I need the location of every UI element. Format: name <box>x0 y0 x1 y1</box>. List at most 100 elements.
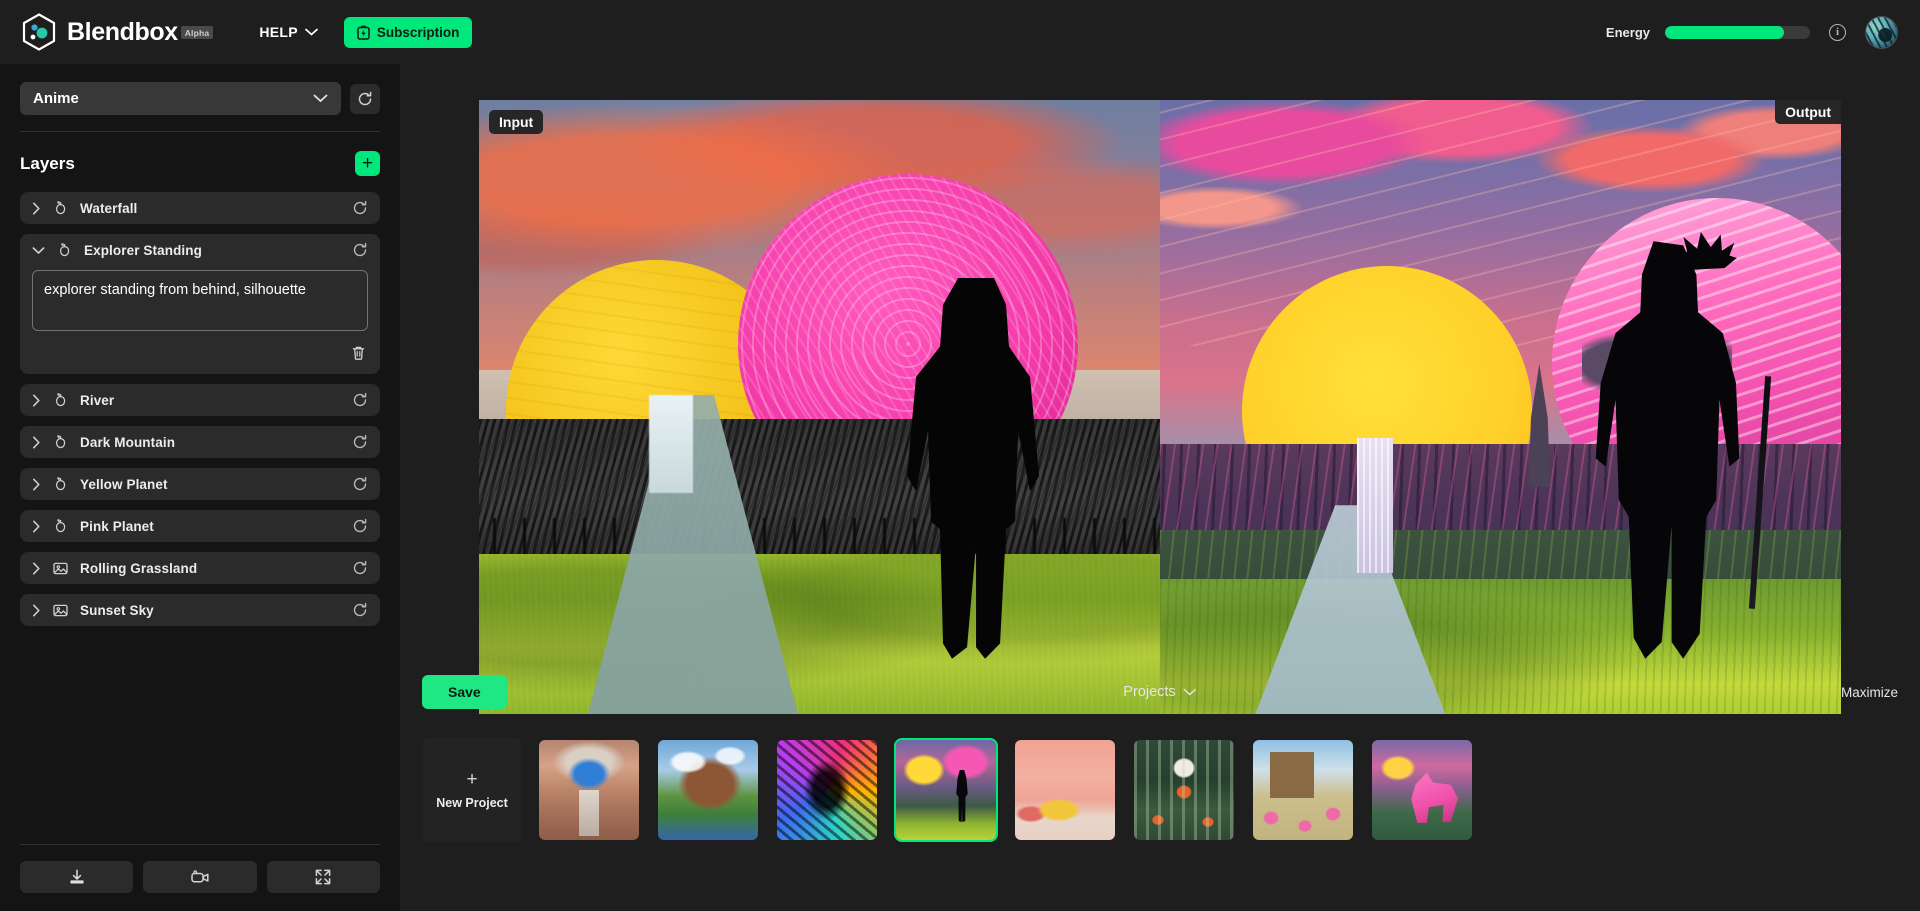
new-project-tile[interactable]: + New Project <box>422 738 522 842</box>
chevron-right-icon[interactable] <box>32 520 41 533</box>
chevron-down-icon[interactable] <box>32 246 45 255</box>
layers-header: Layers + <box>20 151 380 176</box>
layer-header[interactable]: Explorer Standing <box>32 234 368 266</box>
project-thumbnail-art <box>1372 740 1472 840</box>
input-badge: Input <box>489 110 544 134</box>
brand: Blendbox Alpha <box>22 13 214 51</box>
project-thumbnail-art <box>896 740 996 840</box>
layer-header[interactable]: Pink Planet <box>32 510 368 542</box>
fullscreen-button[interactable] <box>266 861 380 893</box>
help-menu[interactable]: HELP <box>259 24 318 40</box>
chevron-right-icon[interactable] <box>32 202 41 215</box>
refresh-icon[interactable] <box>352 602 368 618</box>
subscription-button[interactable]: Subscription <box>343 16 473 48</box>
chevron-right-icon[interactable] <box>32 478 41 491</box>
object-layer-icon <box>52 476 69 493</box>
layer-header[interactable]: Sunset Sky <box>32 594 368 626</box>
chevron-down-icon <box>305 28 318 36</box>
chevron-right-icon[interactable] <box>32 562 41 575</box>
layer-prompt-input[interactable] <box>32 270 368 332</box>
project-thumbnail[interactable] <box>1251 738 1355 842</box>
chevron-right-icon[interactable] <box>32 604 41 617</box>
style-select[interactable]: Anime <box>20 82 341 115</box>
image-layer-icon <box>52 602 69 619</box>
style-selector-row: Anime <box>20 82 380 115</box>
layer-item[interactable]: Sunset Sky <box>20 594 380 627</box>
refresh-icon[interactable] <box>352 200 368 216</box>
maximize-button[interactable]: Maximize <box>1841 685 1898 700</box>
input-waterfall <box>649 394 694 493</box>
layer-name: Dark Mountain <box>80 434 176 450</box>
sidebar-divider-top <box>20 131 380 132</box>
project-thumbnail-art <box>777 740 877 840</box>
hexagon-molecule-logo-icon <box>22 13 56 51</box>
refresh-icon <box>357 91 373 107</box>
layer-header[interactable]: Dark Mountain <box>32 426 368 458</box>
layer-name: Rolling Grassland <box>80 560 198 576</box>
refresh-icon[interactable] <box>352 392 368 408</box>
layer-name: Waterfall <box>80 200 138 216</box>
video-button[interactable] <box>143 861 257 893</box>
layer-header[interactable]: Yellow Planet <box>32 468 368 500</box>
projects-toggle[interactable]: Projects <box>1123 684 1197 700</box>
style-select-value: Anime <box>33 90 79 107</box>
project-thumbnail[interactable] <box>1013 738 1117 842</box>
energy-meter <box>1665 25 1810 39</box>
save-button[interactable]: Save <box>422 675 507 709</box>
layer-header[interactable]: River <box>32 384 368 416</box>
layer-header[interactable]: Waterfall <box>32 192 368 224</box>
output-badge: Output <box>1775 100 1841 124</box>
style-refresh-button[interactable] <box>350 83 380 114</box>
refresh-icon[interactable] <box>352 242 368 258</box>
refresh-icon[interactable] <box>352 434 368 450</box>
layer-item[interactable]: Yellow Planet <box>20 468 380 501</box>
chevron-right-icon[interactable] <box>32 436 41 449</box>
object-layer-icon <box>56 242 73 259</box>
projects-strip[interactable]: + New Project <box>400 720 1920 911</box>
comparison-canvas[interactable]: Input Output <box>479 100 1841 714</box>
chevron-right-icon[interactable] <box>32 394 41 407</box>
layer-name: Pink Planet <box>80 518 154 534</box>
layer-item[interactable]: Rolling Grassland <box>20 552 380 585</box>
project-thumbnail[interactable] <box>537 738 641 842</box>
layer-item[interactable]: Dark Mountain <box>20 426 380 459</box>
project-thumbnail[interactable] <box>1370 738 1474 842</box>
layer-name: Yellow Planet <box>80 476 168 492</box>
brand-name: Blendbox Alpha <box>67 18 214 47</box>
layer-item[interactable]: River <box>20 384 380 417</box>
refresh-icon[interactable] <box>352 518 368 534</box>
project-thumbnail-art <box>539 740 639 840</box>
layer-item[interactable]: Pink Planet <box>20 510 380 543</box>
project-thumbnail[interactable] <box>1132 738 1236 842</box>
avatar[interactable] <box>1865 15 1898 49</box>
refresh-icon[interactable] <box>352 476 368 492</box>
chevron-down-icon <box>313 94 328 103</box>
layer-list: Waterfall Explorer Standing River Dark Moun… <box>20 192 380 627</box>
project-thumbnail-art <box>1015 740 1115 840</box>
trash-icon[interactable] <box>349 345 368 364</box>
layer-item[interactable]: Explorer Standing <box>20 234 380 375</box>
header-right: Energy i <box>1605 15 1898 49</box>
project-thumbnail[interactable] <box>656 738 760 842</box>
info-circle-icon[interactable]: i <box>1829 23 1846 41</box>
layer-header[interactable]: Rolling Grassland <box>32 552 368 584</box>
input-pane[interactable]: Input <box>479 100 1160 714</box>
project-thumbnail[interactable] <box>894 738 998 842</box>
layers-title: Layers <box>20 153 75 173</box>
add-layer-button[interactable]: + <box>355 151 380 176</box>
refresh-icon[interactable] <box>352 560 368 576</box>
project-thumbnail-art <box>1253 740 1353 840</box>
energy-meter-fill <box>1665 25 1784 39</box>
output-waterfall <box>1357 437 1394 573</box>
project-thumbnail[interactable] <box>775 738 879 842</box>
layer-name: Sunset Sky <box>80 602 154 618</box>
output-pane[interactable]: Output <box>1160 100 1841 714</box>
alpha-badge: Alpha <box>180 25 214 39</box>
layer-item[interactable]: Waterfall <box>20 192 380 224</box>
plus-icon: + <box>361 153 374 174</box>
sidebar-footer-buttons <box>20 861 380 893</box>
energy-label: Energy <box>1605 24 1650 40</box>
download-button[interactable] <box>20 861 134 893</box>
sidebar-divider-bottom <box>20 844 380 845</box>
sidebar-footer <box>20 828 380 911</box>
